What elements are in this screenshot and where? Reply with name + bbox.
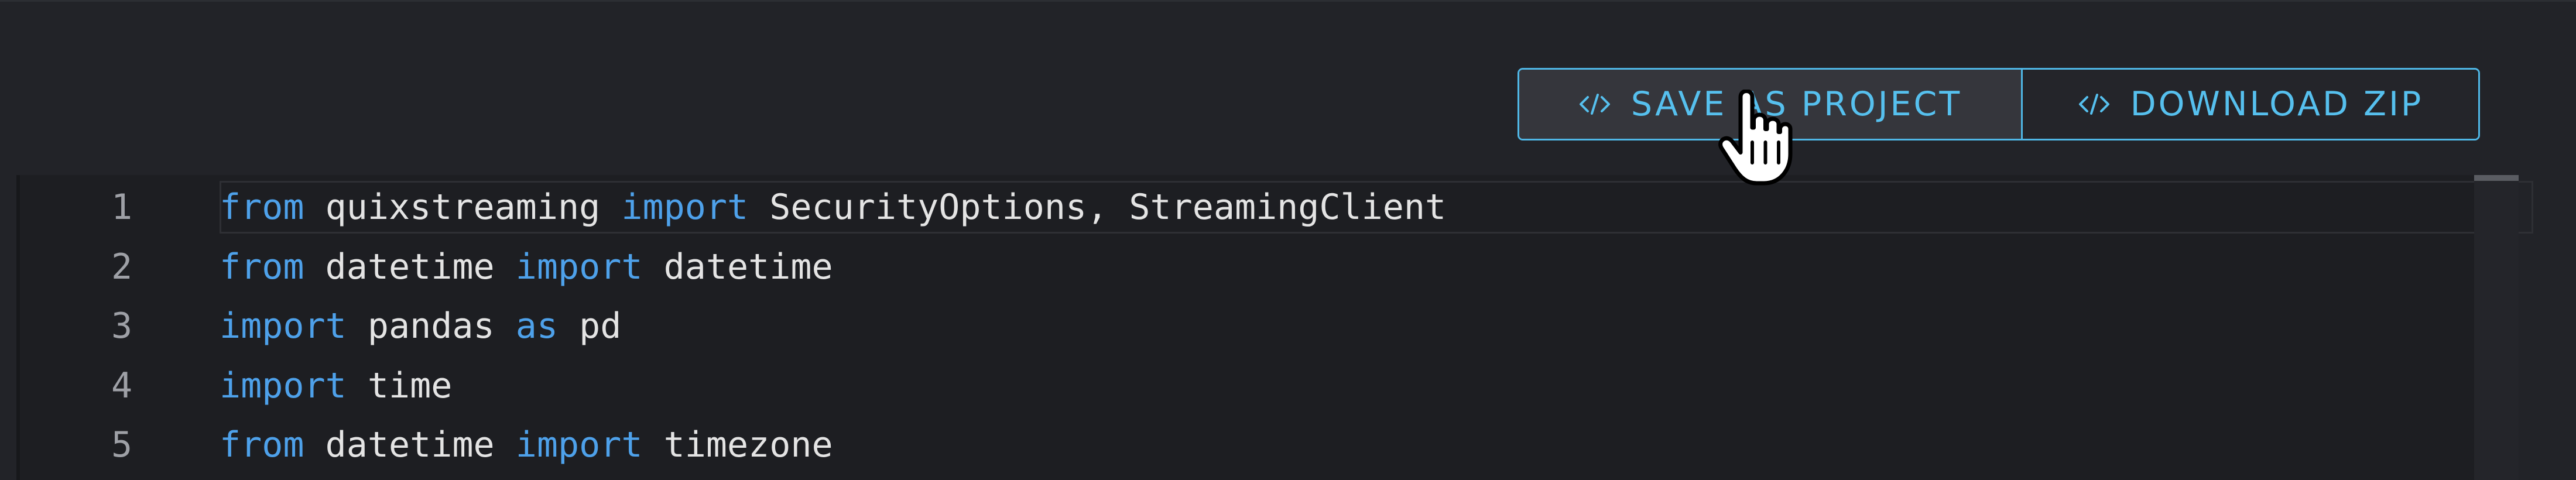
editor-panel: SAVE AS PROJECT DOWNLOAD ZIP 1 from quixs… (0, 0, 2576, 480)
save-as-project-button[interactable]: SAVE AS PROJECT (1519, 70, 2023, 139)
code-line[interactable]: 4 import time (16, 359, 2469, 412)
keyword-token: as (515, 306, 558, 347)
line-number: 2 (111, 246, 133, 287)
keyword-token: import (515, 424, 643, 465)
keyword-token: import (220, 306, 347, 347)
code-token: time (346, 365, 453, 406)
keyword-token: import (515, 246, 643, 287)
scrollbar-thumb[interactable] (2474, 175, 2519, 181)
code-token: SecurityOptions, StreamingClient (748, 187, 1447, 228)
code-text: import time (220, 365, 452, 406)
code-text: from datetime import timezone (220, 424, 833, 465)
code-line[interactable]: 3 import pandas as pd (16, 300, 2469, 352)
vertical-scrollbar[interactable] (2474, 175, 2519, 480)
code-token: datetime (304, 424, 516, 465)
download-zip-label: DOWNLOAD ZIP (2130, 85, 2424, 124)
keyword-token: import (220, 365, 347, 406)
code-editor[interactable]: 1 from quixstreaming import SecurityOptio… (16, 175, 2533, 480)
code-text: from datetime import datetime (220, 246, 833, 287)
code-line[interactable]: 1 from quixstreaming import SecurityOptio… (16, 181, 2469, 234)
code-text: from quixstreaming import SecurityOption… (220, 187, 1446, 228)
code-line[interactable]: 2 from datetime import datetime (16, 241, 2469, 293)
code-text: import pandas as pd (220, 306, 621, 347)
line-number: 4 (111, 365, 133, 406)
code-token: datetime (304, 246, 516, 287)
code-token: pandas (346, 306, 516, 347)
export-button-group: SAVE AS PROJECT DOWNLOAD ZIP (1517, 68, 2480, 140)
download-zip-button[interactable]: DOWNLOAD ZIP (2023, 70, 2478, 139)
keyword-token: import (621, 187, 749, 228)
code-token: datetime (642, 246, 833, 287)
code-icon (1579, 94, 1610, 115)
code-token: pd (557, 306, 622, 347)
code-line[interactable]: 5 from datetime import timezone (16, 419, 2469, 471)
code-token: quixstreaming (304, 187, 622, 228)
line-number: 5 (111, 424, 133, 465)
code-icon (2078, 94, 2109, 115)
keyword-token: from (220, 246, 304, 287)
keyword-token: from (220, 424, 304, 465)
save-as-project-label: SAVE AS PROJECT (1630, 85, 1962, 124)
line-number: 1 (111, 187, 133, 228)
code-token: timezone (642, 424, 833, 465)
line-number: 3 (111, 306, 133, 347)
keyword-token: from (220, 187, 304, 228)
